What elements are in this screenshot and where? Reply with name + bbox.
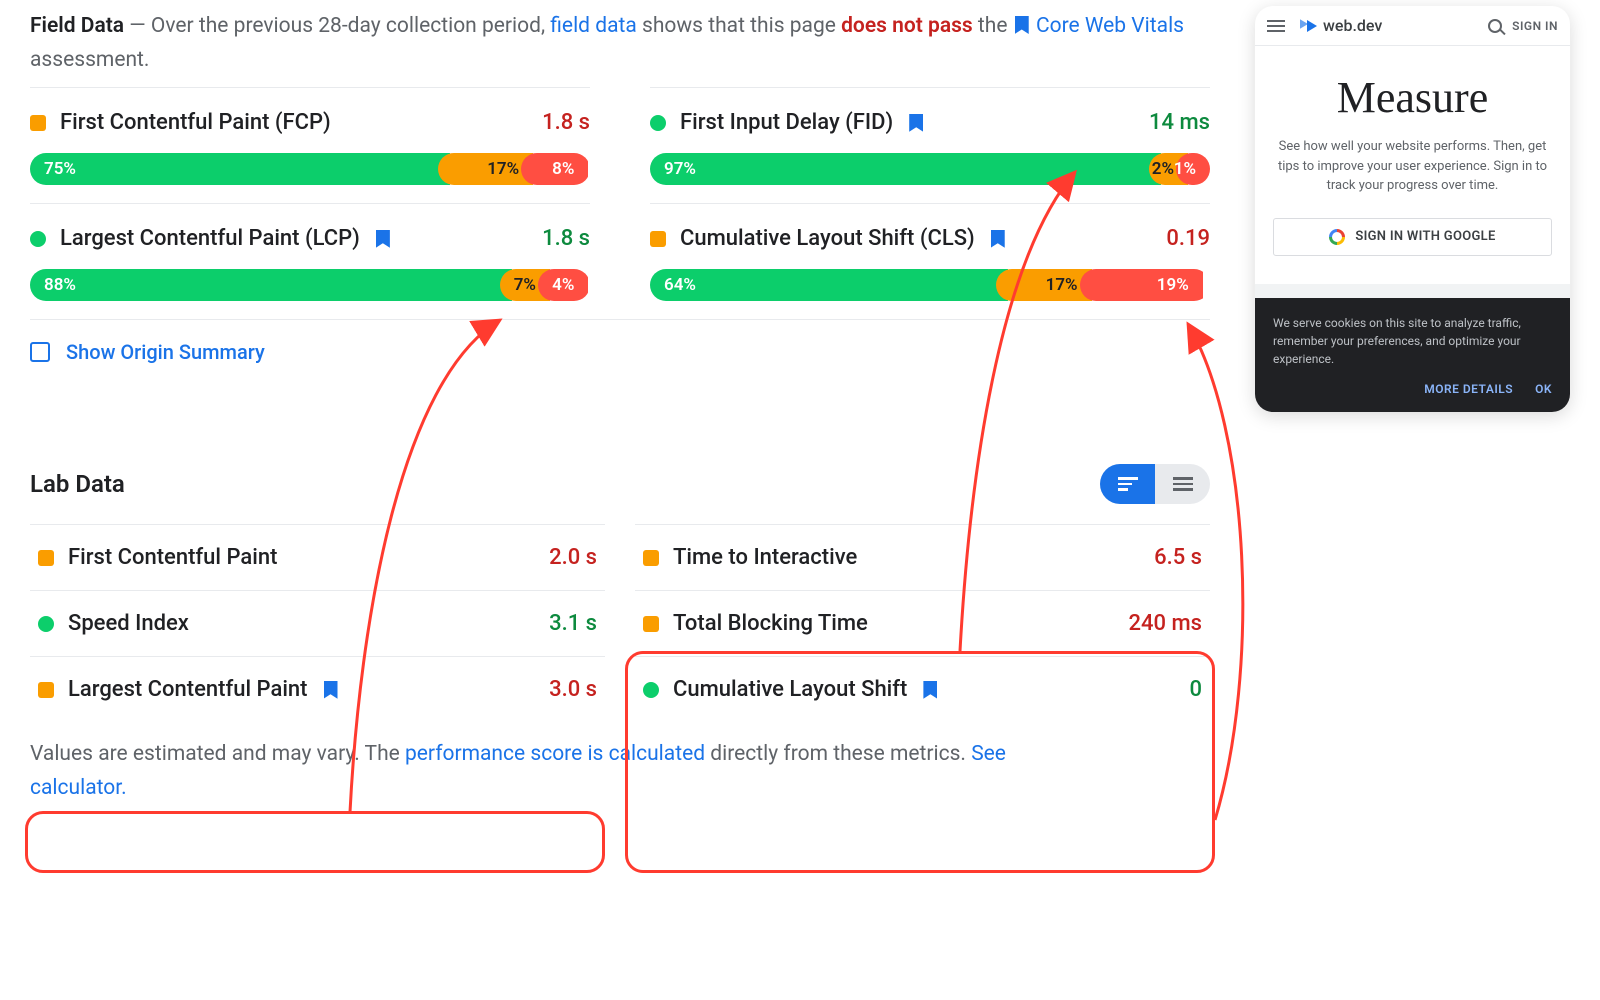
bookmark-icon	[991, 230, 1005, 248]
bookmark-icon	[909, 114, 923, 132]
status-square-icon	[38, 682, 54, 698]
lab-speed-index: Speed Index 3.1 s	[30, 590, 605, 656]
metric-value: 14 ms	[1149, 110, 1210, 135]
google-logo-icon	[1329, 229, 1345, 245]
metric-name: Cumulative Layout Shift (CLS)	[680, 226, 975, 251]
mobile-preview: web.dev SIGN IN Measure See how well you…	[1255, 6, 1570, 412]
field-data-title: Field Data	[30, 14, 124, 38]
toggle-compact[interactable]	[1155, 464, 1210, 504]
lab-tti: Time to Interactive 6.5 s	[635, 524, 1210, 590]
status-square-icon	[38, 550, 54, 566]
perf-score-link[interactable]: performance score is calculated	[405, 742, 705, 766]
lab-fcp: First Contentful Paint 2.0 s	[30, 524, 605, 590]
lab-lcp: Largest Contentful Paint 3.0 s	[30, 656, 605, 722]
origin-label: Show Origin Summary	[66, 340, 265, 364]
webdev-logo[interactable]: web.dev	[1295, 16, 1382, 35]
measure-desc: See how well your website performs. Then…	[1273, 137, 1552, 196]
highlight-lcp	[25, 811, 605, 873]
distribution-bar: 88% 7% 4%	[30, 269, 590, 301]
field-data-header: Field Data — Over the previous 28-day co…	[30, 10, 1210, 77]
distribution-bar: 64% 17% 19%	[650, 269, 1210, 301]
metric-fid: First Input Delay (FID) 14 ms 97% 2% 1%	[650, 87, 1210, 203]
lab-data-title: Lab Data	[30, 470, 125, 498]
metric-name: Largest Contentful Paint (LCP)	[60, 226, 360, 251]
checkbox-icon[interactable]	[30, 342, 50, 362]
measure-title: Measure	[1273, 72, 1552, 123]
view-toggle[interactable]	[1100, 464, 1210, 504]
sign-in-link[interactable]: SIGN IN	[1512, 19, 1558, 33]
field-data-link[interactable]: field data	[550, 14, 637, 38]
status-circle-icon	[38, 616, 54, 632]
menu-icon[interactable]	[1267, 20, 1285, 32]
metric-value: 0.19	[1166, 226, 1210, 251]
distribution-bar: 97% 2% 1%	[650, 153, 1210, 185]
cookie-ok-button[interactable]: OK	[1535, 380, 1552, 398]
core-web-vitals-link[interactable]: Core Web Vitals	[1036, 14, 1184, 38]
metric-cls: Cumulative Layout Shift (CLS) 0.19 64% 1…	[650, 203, 1210, 319]
bookmark-icon	[324, 681, 338, 699]
lab-tbt: Total Blocking Time 240 ms	[635, 590, 1210, 656]
more-details-link[interactable]: MORE DETAILS	[1424, 380, 1513, 398]
distribution-bar: 75% 17% 8%	[30, 153, 590, 185]
metric-name: First Input Delay (FID)	[680, 110, 893, 135]
metric-lcp: Largest Contentful Paint (LCP) 1.8 s 88%…	[30, 203, 590, 319]
lab-cls: Cumulative Layout Shift 0	[635, 656, 1210, 722]
bookmark-icon	[376, 230, 390, 248]
cookie-banner: We serve cookies on this site to analyze…	[1255, 298, 1570, 412]
status-square-icon	[30, 115, 46, 131]
status-circle-icon	[643, 682, 659, 698]
toggle-detailed[interactable]	[1100, 464, 1155, 504]
bookmark-icon	[923, 681, 937, 699]
metric-value: 1.8 s	[542, 226, 590, 251]
google-signin-button[interactable]: SIGN IN WITH GOOGLE	[1273, 218, 1552, 256]
metric-value: 1.8 s	[542, 110, 590, 135]
metric-name: First Contentful Paint (FCP)	[60, 110, 331, 135]
show-origin-summary[interactable]: Show Origin Summary	[30, 319, 1210, 384]
bookmark-icon	[1015, 16, 1029, 34]
footer-note: Values are estimated and may vary. The p…	[30, 738, 1080, 805]
status-square-icon	[650, 231, 666, 247]
assessment-fail: does not pass	[841, 14, 973, 38]
status-circle-icon	[650, 115, 666, 131]
metric-fcp: First Contentful Paint (FCP) 1.8 s 75% 1…	[30, 87, 590, 203]
status-circle-icon	[30, 231, 46, 247]
status-square-icon	[643, 550, 659, 566]
status-square-icon	[643, 616, 659, 632]
search-icon[interactable]	[1488, 19, 1502, 33]
